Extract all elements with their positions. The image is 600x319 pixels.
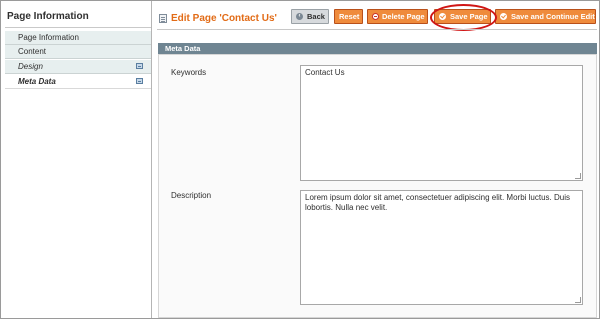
keywords-value: Contact Us [305,68,345,77]
sidebar: Page Information Page Information Conten… [1,1,151,318]
back-button[interactable]: ‹ Back [291,9,329,24]
save-continue-button-label: Save and Continue Edit [511,12,595,21]
meta-data-section-header: Meta Data [158,43,597,54]
meta-data-panel: Keywords Contact Us Description Lorem ip… [158,54,597,318]
back-button-label: Back [307,12,325,21]
changed-indicator-icon [136,63,143,69]
description-label: Description [171,191,212,200]
keywords-textarea[interactable]: Contact Us [300,65,583,181]
section-title: Meta Data [165,44,201,53]
sidebar-item-label: Design [18,62,43,71]
resize-grip-icon[interactable] [575,173,581,179]
description-textarea[interactable]: Lorem ipsum dolor sit amet, consectetuer… [300,190,583,305]
reset-button[interactable]: Reset [334,9,363,24]
resize-grip-icon[interactable] [575,297,581,303]
delete-icon [372,13,379,20]
save-button-highlight-ring [430,4,497,31]
sidebar-item-label: Page Information [18,33,79,42]
page-icon [159,14,167,23]
sidebar-item-label: Meta Data [18,77,56,86]
back-arrow-icon: ‹ [296,13,303,20]
sidebar-divider [5,27,151,28]
checkmark-icon [500,13,507,20]
header-divider [157,29,597,30]
delete-page-button[interactable]: Delete Page [367,9,428,24]
reset-button-label: Reset [339,12,360,21]
keywords-label: Keywords [171,68,207,77]
save-and-continue-button[interactable]: Save and Continue Edit [495,9,596,24]
page-title: Edit Page 'Contact Us' [171,13,277,24]
sidebar-border [151,1,152,318]
description-value: Lorem ipsum dolor sit amet, consectetuer… [305,193,570,212]
sidebar-item-design[interactable]: Design [5,60,151,74]
delete-button-label: Delete Page [382,12,425,21]
changed-indicator-icon [136,78,143,84]
sidebar-item-label: Content [18,47,47,56]
sidebar-item-page-information[interactable]: Page Information [5,31,151,45]
sidebar-item-content[interactable]: Content [5,45,151,59]
sidebar-item-meta-data[interactable]: Meta Data [5,75,151,89]
sidebar-title: Page Information [7,11,89,22]
